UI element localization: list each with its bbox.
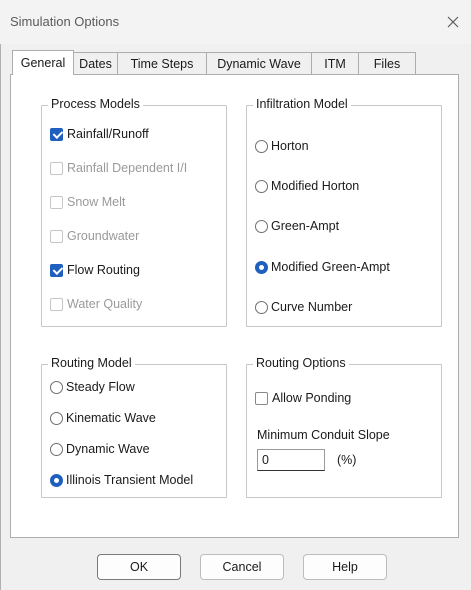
tab-time-steps[interactable]: Time Steps	[117, 52, 207, 74]
kinematic-wave-radio[interactable]: Kinematic Wave	[50, 409, 156, 427]
modified-horton-radio[interactable]: Modified Horton	[255, 177, 359, 195]
infiltration-model-group: Infiltration Model Horton Modified Horto…	[246, 97, 442, 327]
checkbox-label: Water Quality	[67, 297, 143, 311]
curve-number-radio[interactable]: Curve Number	[255, 298, 352, 316]
illinois-transient-model-radio[interactable]: Illinois Transient Model	[50, 471, 193, 489]
radio-label: Dynamic Wave	[66, 442, 150, 456]
radio-circle	[255, 260, 268, 274]
min-conduit-slope-label: Minimum Conduit Slope	[257, 426, 390, 444]
min-conduit-slope-unit: (%)	[337, 451, 356, 469]
rainfall-dependent-ii-checkbox[interactable]: Rainfall Dependent I/I	[50, 159, 187, 177]
radio-circle	[50, 473, 63, 487]
radio-circle	[50, 380, 63, 394]
min-conduit-slope-input[interactable]: 0	[257, 449, 325, 471]
radio-circle	[50, 411, 63, 425]
radio-circle	[255, 139, 268, 153]
close-icon	[447, 16, 459, 28]
routing-options-group: Routing Options Allow Ponding Minimum Co…	[246, 356, 442, 498]
radio-label: Horton	[271, 139, 309, 153]
help-label: Help	[332, 560, 358, 574]
modified-green-ampt-radio[interactable]: Modified Green-Ampt	[255, 258, 390, 276]
routing-model-group: Routing Model Steady Flow Kinematic Wave…	[41, 356, 227, 498]
radio-label: Kinematic Wave	[66, 411, 156, 425]
title-bar: Simulation Options	[0, 0, 471, 44]
tab-dynamic-wave[interactable]: Dynamic Wave	[206, 52, 312, 74]
tab-general[interactable]: General	[12, 50, 74, 75]
checkbox-label: Rainfall/Runoff	[67, 127, 149, 141]
close-button[interactable]	[441, 10, 465, 34]
window-border	[0, 44, 1, 590]
infiltration-model-legend: Infiltration Model	[253, 97, 351, 111]
allow-ponding-checkbox[interactable]: Allow Ponding	[255, 389, 351, 407]
radio-circle	[50, 442, 63, 456]
tab-itm[interactable]: ITM	[311, 52, 359, 74]
groundwater-checkbox[interactable]: Groundwater	[50, 227, 139, 245]
checkbox-label: Groundwater	[67, 229, 140, 243]
steady-flow-radio[interactable]: Steady Flow	[50, 378, 135, 396]
radio-label: Steady Flow	[66, 380, 135, 394]
cancel-button[interactable]: Cancel	[200, 554, 284, 580]
radio-label: Modified Green-Ampt	[271, 260, 390, 274]
ok-button[interactable]: OK	[97, 554, 181, 580]
checkbox-box	[50, 127, 63, 141]
tab-label: Time Steps	[130, 56, 194, 71]
green-ampt-radio[interactable]: Green-Ampt	[255, 217, 339, 235]
routing-options-legend: Routing Options	[253, 356, 349, 370]
tab-label: ITM	[324, 56, 346, 71]
routing-model-legend: Routing Model	[48, 356, 135, 370]
radio-label: Green-Ampt	[271, 219, 340, 233]
checkbox-label: Snow Melt	[67, 195, 126, 209]
tab-label: Dates	[79, 56, 112, 71]
tab-dates[interactable]: Dates	[73, 52, 118, 74]
horton-radio[interactable]: Horton	[255, 137, 309, 155]
general-tab-panel: Process Models Rainfall/Runoff Rainfall …	[10, 74, 459, 538]
ok-label: OK	[129, 560, 149, 574]
radio-label: Modified Horton	[271, 179, 360, 193]
checkbox-label: Flow Routing	[67, 263, 140, 277]
flow-routing-checkbox[interactable]: Flow Routing	[50, 261, 140, 279]
checkbox-box	[50, 195, 63, 209]
help-button[interactable]: Help	[303, 554, 387, 580]
min-conduit-slope-text: Minimum Conduit Slope	[257, 428, 390, 442]
tab-label: General	[20, 56, 66, 70]
checkbox-label: Rainfall Dependent I/I	[67, 161, 188, 175]
tab-label: Dynamic Wave	[217, 56, 301, 71]
checkbox-label: Allow Ponding	[272, 391, 352, 405]
checkbox-box	[50, 297, 63, 311]
window-title: Simulation Options	[10, 14, 120, 29]
process-models-legend: Process Models	[48, 97, 143, 111]
checkbox-box	[50, 263, 63, 277]
rainfall-runoff-checkbox[interactable]: Rainfall/Runoff	[50, 125, 149, 143]
radio-circle	[255, 300, 268, 314]
checkbox-box	[50, 229, 63, 243]
tab-strip: General Dates Time Steps Dynamic Wave IT…	[10, 50, 450, 75]
water-quality-checkbox[interactable]: Water Quality	[50, 295, 142, 313]
checkbox-box	[255, 391, 268, 405]
dynamic-wave-radio[interactable]: Dynamic Wave	[50, 440, 150, 458]
radio-label: Illinois Transient Model	[66, 473, 194, 487]
tab-label: Files	[373, 56, 401, 71]
cancel-label: Cancel	[222, 560, 262, 574]
process-models-group: Process Models Rainfall/Runoff Rainfall …	[41, 97, 227, 327]
unit-text: (%)	[337, 453, 357, 467]
min-conduit-slope-value: 0	[262, 453, 269, 467]
radio-circle	[255, 219, 268, 233]
checkbox-box	[50, 161, 63, 175]
snow-melt-checkbox[interactable]: Snow Melt	[50, 193, 125, 211]
tab-files[interactable]: Files	[358, 52, 416, 74]
radio-label: Curve Number	[271, 300, 353, 314]
radio-circle	[255, 179, 268, 193]
